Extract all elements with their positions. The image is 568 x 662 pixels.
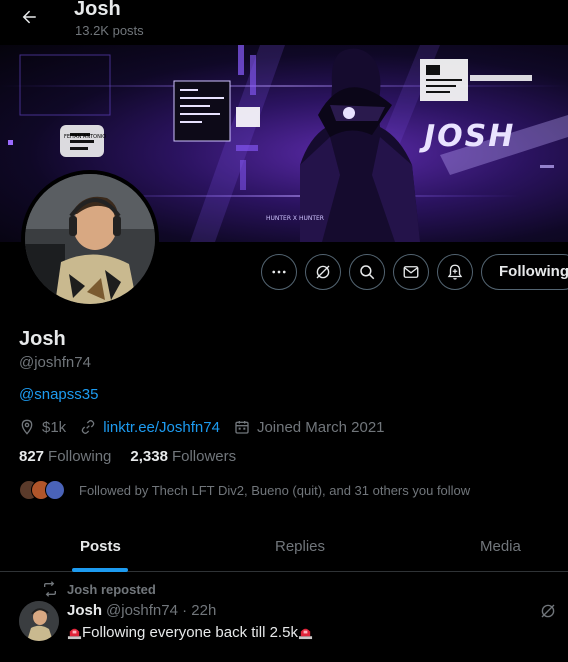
post-grok-button[interactable] (539, 602, 559, 622)
notifications-button[interactable] (437, 254, 473, 290)
back-button[interactable] (12, 3, 46, 31)
following-button[interactable]: Following (481, 254, 568, 290)
followed-by-text: Followed by Thech LFT Div2, Bueno (quit)… (79, 482, 471, 498)
siren-emoji-icon (298, 628, 313, 640)
follower-avatar (45, 480, 65, 500)
followed-by-avatars (19, 478, 71, 502)
post-author-name[interactable]: Josh (67, 602, 102, 619)
banner-tag-text: FEITAN ANTONIO (64, 134, 106, 140)
post-author-meta[interactable]: @joshfn74 · 22h (106, 602, 216, 619)
active-tab-indicator (72, 568, 128, 572)
post-body: Following everyone back till 2.5k (82, 624, 298, 641)
banner-subtitle-text: HUNTER X HUNTER (266, 215, 324, 222)
post-header: Josh @joshfn74 · 22h (67, 602, 216, 619)
website-link[interactable]: linktr.ee/Joshfn74 (103, 419, 220, 436)
followers-stat[interactable]: 2,338 Followers (130, 448, 236, 465)
grok-button[interactable] (305, 254, 341, 290)
followed-by-row[interactable]: Followed by Thech LFT Div2, Bueno (quit)… (19, 478, 470, 502)
repost-label: Josh reposted (67, 581, 156, 597)
joined-text: Joined March 2021 (256, 418, 385, 436)
location-text: $1k (42, 418, 67, 436)
calendar-icon (235, 421, 249, 434)
location-pin-icon (21, 419, 33, 435)
profile-actions (261, 254, 473, 290)
bell-plus-icon (447, 264, 463, 280)
envelope-icon (403, 266, 419, 278)
tab-posts[interactable]: Posts (80, 538, 121, 555)
profile-avatar[interactable] (21, 170, 159, 308)
post-author-avatar[interactable] (19, 601, 59, 641)
profile-handle: @joshfn74 (19, 354, 91, 371)
repost-icon (44, 581, 56, 597)
search-button[interactable] (349, 254, 385, 290)
header-title: Josh (74, 0, 121, 20)
following-count: 827 (19, 448, 45, 465)
post-text: Following everyone back till 2.5k (67, 624, 313, 641)
search-icon (360, 265, 375, 280)
bio-mention-link[interactable]: @snapss35 (19, 386, 98, 403)
followers-count: 2,338 (130, 448, 168, 465)
more-icon (272, 270, 286, 274)
post-avatar-photo (19, 601, 59, 641)
avatar-photo (25, 174, 155, 304)
posts-count: 13.2K posts (75, 23, 144, 38)
arrow-left-icon (22, 10, 36, 24)
message-button[interactable] (393, 254, 429, 290)
tab-replies[interactable]: Replies (275, 538, 325, 555)
more-button[interactable] (261, 254, 297, 290)
profile-name: Josh (19, 328, 66, 350)
following-label: Following (48, 448, 112, 465)
link-icon (81, 420, 95, 434)
profile-tabs: Posts Replies Media (0, 522, 568, 572)
tab-media[interactable]: Media (480, 538, 521, 555)
siren-emoji-icon (67, 628, 82, 640)
location-item: $1k (19, 419, 66, 436)
profile-meta: $1k linktr.ee/Joshfn74 Joined March 2021 (19, 417, 399, 437)
grok-icon (316, 265, 330, 279)
grok-icon (541, 604, 555, 618)
following-stat[interactable]: 827 Following (19, 448, 111, 465)
follow-stats: 827 Following 2,338 Followers (19, 448, 255, 465)
joined-item: Joined March 2021 (234, 419, 385, 436)
repost-indicator: Josh reposted (42, 581, 156, 597)
website-item: linktr.ee/Joshfn74 (80, 419, 220, 436)
followers-label: Followers (171, 448, 237, 465)
banner-brand-text: JOSH (419, 119, 515, 154)
top-bar: Josh 13.2K posts (0, 0, 568, 45)
